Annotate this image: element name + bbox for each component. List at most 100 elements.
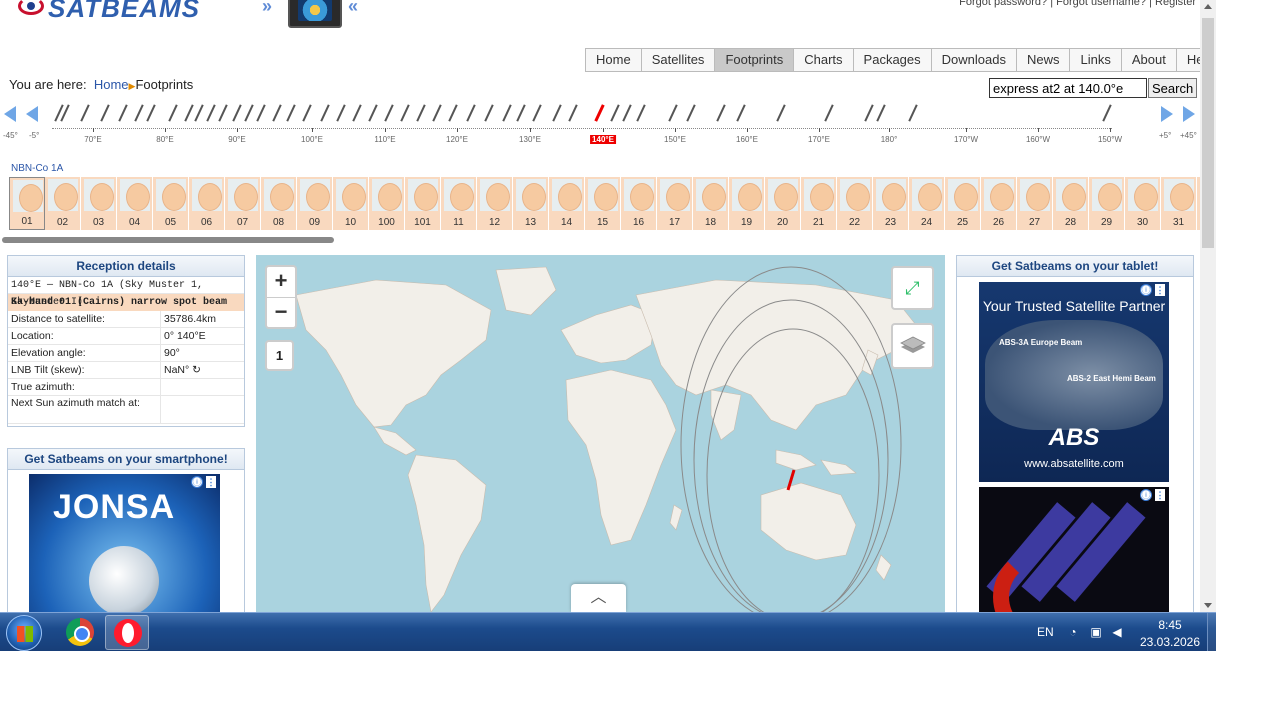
forgot-password-link[interactable]: Forgot password? <box>959 0 1047 8</box>
ad-info-icon[interactable]: ⓘ <box>191 476 203 488</box>
beam-thumbnail[interactable]: 29 <box>1089 177 1125 230</box>
nav-about[interactable]: About <box>1121 49 1177 72</box>
satellite-marker[interactable] <box>448 104 458 122</box>
satellite-marker[interactable] <box>908 104 918 122</box>
nav-charts[interactable]: Charts <box>794 49 854 72</box>
beam-thumbnail[interactable]: 08 <box>261 177 297 230</box>
beam-thumbnail[interactable]: 31 <box>1161 177 1197 230</box>
beam-thumbnail[interactable]: 17 <box>657 177 693 230</box>
satellite-marker[interactable] <box>206 104 216 122</box>
orbit-degree-label[interactable]: 140°E <box>590 135 616 144</box>
satellite-marker[interactable] <box>416 104 426 122</box>
page-scrollbar[interactable] <box>1200 0 1216 612</box>
nav-footprints[interactable]: Footprints <box>715 49 795 72</box>
satellite-marker[interactable] <box>232 104 242 122</box>
satellite-marker[interactable] <box>824 104 834 122</box>
orbit-degree-label[interactable]: 110°E <box>374 135 395 144</box>
satellite-marker[interactable] <box>686 104 696 122</box>
beam-thumbnail[interactable]: 100 <box>369 177 405 230</box>
scroll-left-icon[interactable] <box>26 106 42 122</box>
beam-thumbnail[interactable]: 06 <box>189 177 225 230</box>
satellite-marker[interactable] <box>552 104 562 122</box>
beam-thumbnail[interactable]: 19 <box>729 177 765 230</box>
orbit-degree-label[interactable]: 160°W <box>1026 135 1050 144</box>
nav-news[interactable]: News <box>1016 49 1071 72</box>
fullscreen-button[interactable]: ⤢ <box>891 266 934 310</box>
beam-thumbnail[interactable]: 05 <box>153 177 189 230</box>
satellite-marker[interactable] <box>716 104 726 122</box>
beam-thumbnail[interactable]: 16 <box>621 177 657 230</box>
orbit-degree-label[interactable]: 130°E <box>519 135 541 144</box>
beam-thumbnail[interactable]: 14 <box>549 177 585 230</box>
show-desktop-button[interactable] <box>1207 613 1216 651</box>
satellite-marker[interactable] <box>286 104 296 122</box>
beam-thumbnail[interactable]: 01 <box>9 177 45 230</box>
beam-thumbnail[interactable]: 23 <box>873 177 909 230</box>
scrollbar-thumb[interactable] <box>1202 18 1214 248</box>
register-link[interactable]: Register <box>1155 0 1196 8</box>
beam-thumbnail[interactable]: 18 <box>693 177 729 230</box>
satellite-marker[interactable] <box>184 104 194 122</box>
volume-icon[interactable]: ◀ <box>1110 625 1124 639</box>
zoom-out-button[interactable]: − <box>267 297 295 327</box>
search-button[interactable]: Search <box>1148 78 1198 98</box>
satellite-marker[interactable] <box>272 104 282 122</box>
scroll-up-icon[interactable] <box>1204 4 1212 9</box>
beam-thumbnail[interactable]: 22 <box>837 177 873 230</box>
satellite-marker[interactable] <box>1102 104 1112 122</box>
chrome-taskbar-button[interactable] <box>58 615 102 650</box>
beam-thumbnail[interactable]: 26 <box>981 177 1017 230</box>
map-collapse-button[interactable]: ︿ <box>571 584 626 612</box>
satellite-marker[interactable] <box>668 104 678 122</box>
reception-satellite[interactable]: 140°E — NBN-Co 1A (Sky Muster 1, SkyMust… <box>8 277 244 308</box>
orbit-degree-label[interactable]: 80°E <box>156 135 173 144</box>
satellite-marker[interactable] <box>384 104 394 122</box>
forgot-username-link[interactable]: Forgot username? <box>1056 0 1146 8</box>
satellite-marker[interactable] <box>622 104 632 122</box>
orbit-degree-label[interactable]: 150°W <box>1098 135 1122 144</box>
satellite-marker[interactable] <box>864 104 874 122</box>
ad-info-icon[interactable]: ⓘ <box>1140 284 1152 296</box>
abs-ad[interactable]: Your Trusted Satellite Partner ABS-3A Eu… <box>979 282 1169 482</box>
satellite-marker[interactable] <box>400 104 410 122</box>
beam-thumbnail[interactable]: 11 <box>441 177 477 230</box>
nav-home[interactable]: Home <box>586 49 642 72</box>
beam-thumbnail[interactable]: 09 <box>297 177 333 230</box>
satellite-marker[interactable] <box>432 104 442 122</box>
beam-thumbnail[interactable]: 07 <box>225 177 261 230</box>
beam-thumbnail[interactable]: 21 <box>801 177 837 230</box>
opera-taskbar-button[interactable] <box>105 615 149 650</box>
beam-thumbnail[interactable]: 101 <box>405 177 441 230</box>
beam-thumbnail[interactable]: 30 <box>1125 177 1161 230</box>
satellite-marker[interactable] <box>368 104 378 122</box>
satellite-marker[interactable] <box>352 104 362 122</box>
nav-satellites[interactable]: Satellites <box>641 49 716 72</box>
beam-strip-scrollbar[interactable] <box>2 237 334 243</box>
scroll-down-icon[interactable] <box>1204 603 1212 608</box>
logo-ad[interactable]: ⓘ ⋮ <box>979 487 1169 612</box>
language-indicator[interactable]: EN <box>1037 625 1054 639</box>
beam-thumbnail[interactable]: 02 <box>45 177 81 230</box>
beam-thumbnail[interactable]: 10 <box>333 177 369 230</box>
beam-thumbnail[interactable]: 15 <box>585 177 621 230</box>
orbit-degree-label[interactable]: 170°E <box>808 135 830 144</box>
beam-thumbnail[interactable]: 25 <box>945 177 981 230</box>
satellite-marker[interactable] <box>736 104 746 122</box>
zoom-in-button[interactable]: + <box>267 267 295 297</box>
satellite-marker[interactable] <box>516 104 526 122</box>
orbit-degree-label[interactable]: 160°E <box>736 135 758 144</box>
orbit-degree-label[interactable]: 120°E <box>446 135 468 144</box>
orbit-degree-label[interactable]: 150°E <box>664 135 686 144</box>
satellite-marker[interactable] <box>502 104 512 122</box>
beam-thumbnail[interactable]: 13 <box>513 177 549 230</box>
ad-menu-icon[interactable]: ⋮ <box>206 476 216 488</box>
satellite-marker[interactable] <box>80 104 90 122</box>
row-value[interactable]: NaN° ↻ <box>160 362 244 378</box>
layers-button[interactable] <box>891 323 934 369</box>
beam-number-button[interactable]: 1 <box>265 340 294 371</box>
nav-links[interactable]: Links <box>1070 49 1122 72</box>
scroll-far-left-icon[interactable] <box>4 106 20 122</box>
orbit-degree-label[interactable]: 90°E <box>228 135 245 144</box>
satellite-marker[interactable] <box>218 104 228 122</box>
beam-thumbnail[interactable]: 03 <box>81 177 117 230</box>
